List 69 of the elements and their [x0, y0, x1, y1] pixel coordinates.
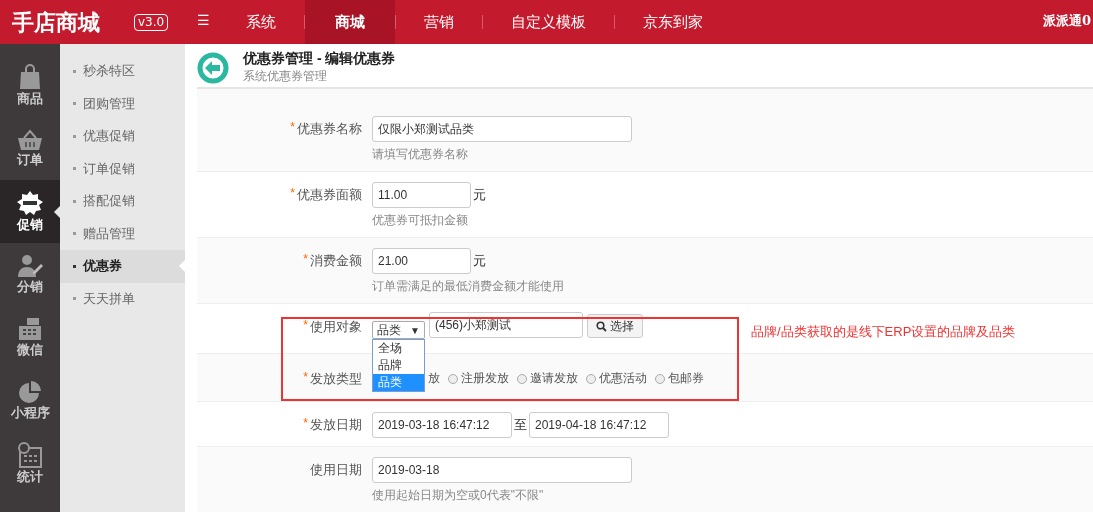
- field-hint: 使用起始日期为空或0代表"不限": [372, 487, 545, 504]
- submenu-item[interactable]: 优惠促销: [60, 120, 185, 153]
- field-label: 优惠券名称: [297, 120, 362, 138]
- sidebar-item[interactable]: 小程序: [0, 369, 60, 432]
- app-logo: 手店商城: [11, 9, 101, 37]
- submenu-item[interactable]: 赠品管理: [60, 217, 185, 250]
- sidebar-item[interactable]: 统计: [0, 432, 60, 495]
- radio-label: 放: [428, 370, 440, 387]
- nav-tab[interactable]: 系统: [218, 0, 305, 44]
- page-subtitle: 系统优惠券管理: [243, 68, 328, 85]
- submenu-item[interactable]: 天天拼单: [60, 282, 185, 315]
- radio-option[interactable]: 包邮券: [655, 370, 704, 387]
- nav-tab[interactable]: 营销: [396, 0, 483, 44]
- field-hint: 请填写优惠券名称: [372, 146, 469, 163]
- sidebar-item[interactable]: 商品: [0, 54, 60, 117]
- search-icon: [596, 320, 607, 332]
- sidebar-item[interactable]: 分销: [0, 243, 60, 306]
- dropdown-option[interactable]: 品牌: [373, 357, 424, 374]
- pie-chart-icon: [18, 379, 42, 404]
- user-pen-icon: [17, 253, 43, 278]
- submenu-item[interactable]: 团购管理: [60, 87, 185, 120]
- submenu-item[interactable]: 订单促销: [60, 152, 185, 185]
- sale-badge-icon: [16, 189, 44, 216]
- submenu-item[interactable]: 秒杀特区: [60, 55, 185, 88]
- text-field[interactable]: 2019-03-18: [372, 457, 632, 483]
- sidebar-item[interactable]: 微信: [0, 306, 60, 369]
- nav-tab[interactable]: 京东到家: [615, 0, 732, 44]
- field-label: 发放类型: [310, 370, 362, 388]
- required-asterisk: *: [303, 318, 308, 334]
- sidebar-item[interactable]: 订单: [0, 117, 60, 180]
- required-asterisk: *: [290, 120, 295, 136]
- shopping-bag-icon: [18, 63, 42, 90]
- radio-option[interactable]: 注册发放: [448, 370, 509, 387]
- field-label: 优惠券面额: [297, 186, 362, 204]
- submenu-item[interactable]: 搭配促销: [60, 185, 185, 218]
- text-field[interactable]: 仅限小郑测试品类: [372, 116, 632, 142]
- sidebar-item[interactable]: 促销: [0, 180, 60, 243]
- required-asterisk: *: [303, 370, 308, 386]
- annotation-note: 品牌/品类获取的是线下ERP设置的品牌及品类: [751, 323, 1016, 341]
- calendar-clock-icon: [17, 441, 43, 468]
- basket-icon: [17, 128, 43, 151]
- version-label: v3.0: [134, 14, 169, 31]
- user-name[interactable]: 派派通0: [1042, 0, 1091, 44]
- field-label: 使用日期: [310, 461, 362, 479]
- amount-field[interactable]: 21.00: [372, 248, 471, 274]
- field-label: 消费金额: [310, 252, 362, 270]
- unit-label: 元: [473, 252, 486, 270]
- nav-tab[interactable]: 商城: [305, 0, 396, 44]
- unit-label: 元: [473, 186, 486, 204]
- choose-button[interactable]: 选择: [587, 314, 643, 338]
- submenu-item[interactable]: 优惠券: [60, 250, 185, 283]
- dropdown-option[interactable]: 全场: [373, 340, 424, 357]
- cash-register-icon: [18, 316, 42, 341]
- field-hint: 订单需满足的最低消费金额才能使用: [372, 278, 564, 295]
- radio-option[interactable]: 优惠活动: [586, 370, 647, 387]
- nav-tab[interactable]: 自定义模板: [483, 0, 615, 44]
- page-title: 优惠券管理 - 编辑优惠券: [243, 50, 396, 68]
- field-hint: 优惠券可抵扣金额: [372, 212, 469, 229]
- field-label: 使用对象: [310, 318, 362, 336]
- target-field[interactable]: (456)小郑测试: [429, 312, 583, 338]
- radio-option[interactable]: 邀请发放: [517, 370, 578, 387]
- required-asterisk: *: [303, 252, 308, 268]
- range-separator: 至: [514, 416, 527, 434]
- amount-field[interactable]: 11.00: [372, 182, 471, 208]
- field-label: 发放日期: [310, 416, 362, 434]
- required-asterisk: *: [290, 186, 295, 202]
- required-asterisk: *: [303, 416, 308, 432]
- date-field[interactable]: 2019-03-18 16:47:12: [372, 412, 512, 438]
- date-field[interactable]: 2019-04-18 16:47:12: [529, 412, 669, 438]
